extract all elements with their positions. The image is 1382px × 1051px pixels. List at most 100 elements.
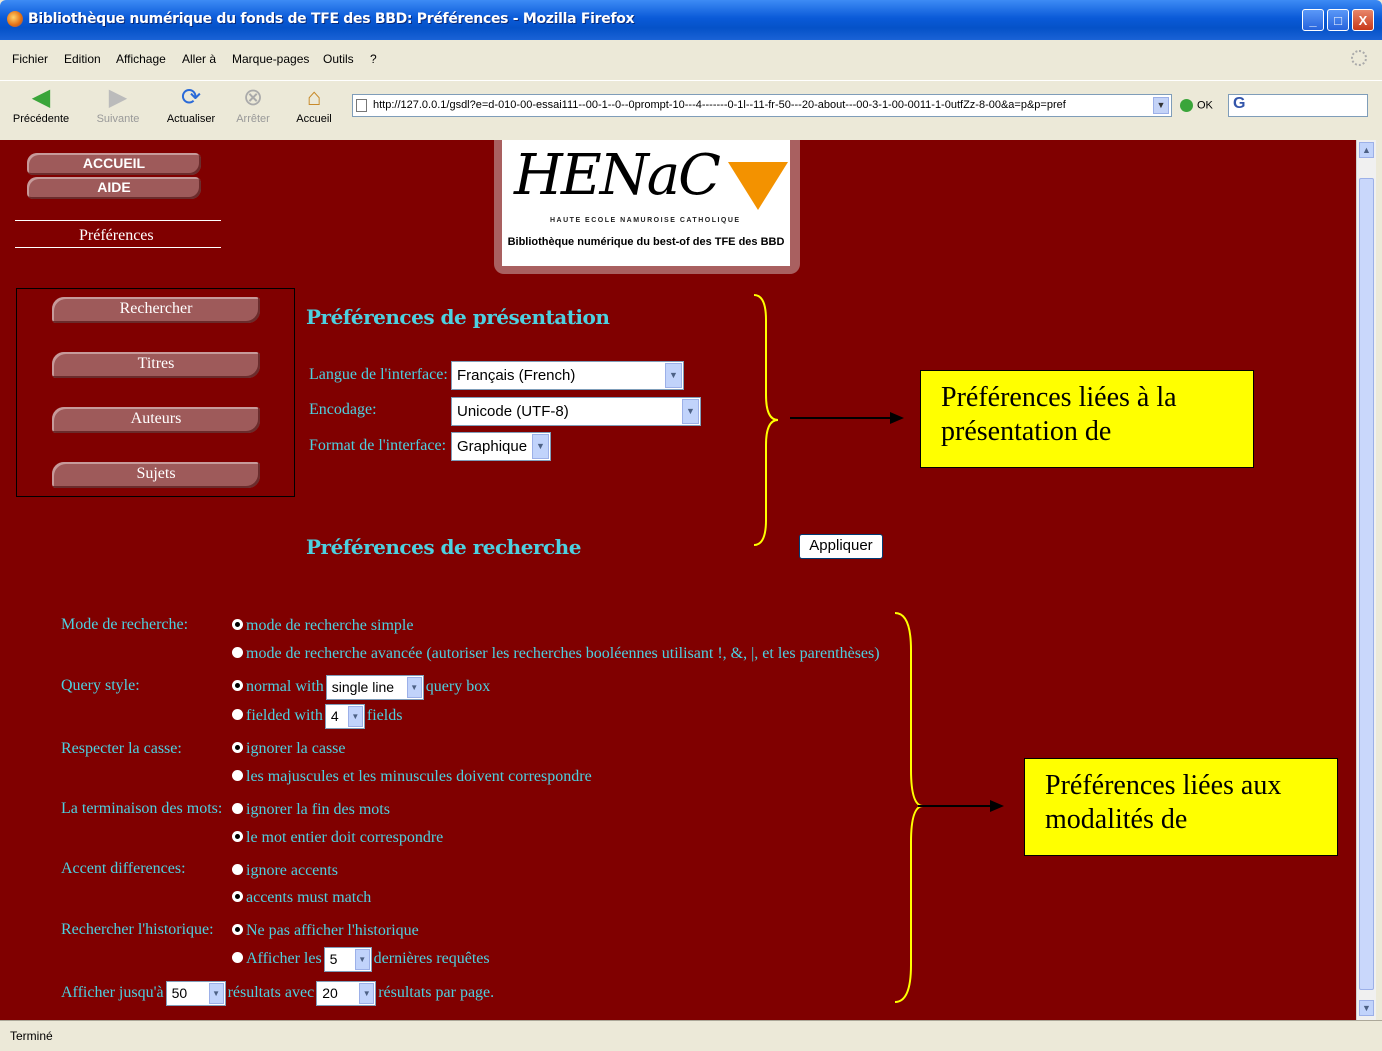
radio[interactable] [232,646,243,658]
radio[interactable] [232,952,243,963]
option-text: le mot entier doit correspondre [246,829,444,846]
encoding-value: Unicode (UTF-8) [457,403,569,420]
henac-logo: HENaC HAUTE ECOLE NAMUROISE CATHOLIQUE B… [494,140,800,274]
radio[interactable] [232,802,243,814]
radio-selected[interactable] [232,923,243,935]
chevron-down-icon: ▼ [347,706,363,727]
scroll-down-icon[interactable]: ▼ [1359,1000,1374,1016]
close-button[interactable]: X [1352,9,1374,31]
option-text: ignore accents [246,862,338,879]
mode-advanced-option[interactable]: mode de recherche avancée (autoriser les… [232,645,880,663]
case-match-option[interactable]: les majuscules et les minuscules doivent… [232,768,592,786]
home-label: Accueil [296,113,332,125]
radio[interactable] [232,863,243,875]
radio-selected[interactable] [232,830,243,842]
menu-fichier[interactable]: Fichier [12,52,48,66]
results-row: Afficher jusqu'à 50 ▼ résultats avec 20 ▼ résu… [61,981,494,1006]
go-button[interactable]: OK [1180,99,1213,112]
query-style-label: Query style: [61,677,140,694]
query-normal-option[interactable]: normal with single line ▼ query box [232,675,490,700]
home-icon: ⌂ [306,84,322,111]
maximize-button[interactable]: □ [1327,9,1349,31]
option-text: résultats par page. [378,984,495,1002]
format-label: Format de l'interface: [309,437,447,454]
language-label: Langue de l'interface: [309,366,448,383]
accent-match-option[interactable]: accents must match [232,889,371,907]
history-label: Rechercher l'historique: [61,921,214,938]
minimize-button[interactable]: _ [1302,9,1324,31]
stop-button[interactable]: ⊗ Arrêter [228,84,278,126]
nav-auteurs-button[interactable]: Auteurs [52,407,260,433]
menu-affichage[interactable]: Affichage [116,52,166,66]
results-per-page-select[interactable]: 20 ▼ [316,981,377,1006]
page-icon [356,99,367,112]
chevron-down-icon: ▼ [682,399,699,424]
fields-count-select[interactable]: 4 ▼ [324,704,365,729]
radio[interactable] [232,769,243,781]
radio-selected[interactable] [232,890,243,902]
search-heading: Préférences de recherche [306,535,581,559]
forward-button[interactable]: ▶ Suivante [88,85,148,126]
google-icon: G [1233,95,1246,112]
nav-sujets-button[interactable]: Sujets [52,462,260,488]
scroll-up-icon[interactable]: ▲ [1359,142,1374,158]
radio-selected[interactable] [232,680,243,691]
chevron-down-icon: ▼ [406,677,422,698]
option-text: Afficher les [246,950,322,968]
stem-ignore-option[interactable]: ignorer la fin des mots [232,801,390,819]
back-button[interactable]: ◀ Précédente [8,85,74,126]
query-fielded-option[interactable]: fielded with 4 ▼ fields [232,704,402,729]
vertical-scrollbar[interactable]: ▲ ▼ [1356,140,1376,1020]
search-box[interactable]: G [1228,94,1368,117]
apply-button[interactable]: Appliquer [799,534,883,559]
option-text: ignorer la casse [246,740,346,757]
menu-edition[interactable]: Edition [64,52,101,66]
nav-rechercher-button[interactable]: Rechercher [52,297,260,323]
scroll-thumb[interactable] [1359,178,1374,990]
mode-simple-option[interactable]: mode de recherche simple [232,617,413,635]
accent-label: Accent differences: [61,860,186,877]
language-value: Français (French) [457,367,576,384]
reload-icon: ⟳ [180,84,202,111]
language-select[interactable]: Français (French) ▼ [451,361,684,390]
back-label: Précédente [12,113,70,125]
query-box-select[interactable]: single line ▼ [325,675,424,700]
menu-marque-pages[interactable]: Marque-pages [232,52,309,66]
nav-accueil-button[interactable]: ACCUEIL [27,153,201,175]
select-value: 20 [322,985,338,1001]
stem-match-option[interactable]: le mot entier doit correspondre [232,829,443,847]
menu-outils[interactable]: Outils [323,52,354,66]
home-button[interactable]: ⌂ Accueil [290,84,338,126]
option-text: ignorer la fin des mots [246,801,390,818]
stop-label: Arrêter [236,113,270,125]
option-text: les majuscules et les minuscules doivent… [246,768,592,785]
nav-titres-button[interactable]: Titres [52,352,260,378]
stop-icon: ⊗ [242,84,264,111]
max-results-select[interactable]: 50 ▼ [165,981,226,1006]
menu-help[interactable]: ? [370,52,377,66]
window-title: Bibliothèque numérique du fonds de TFE d… [28,11,635,27]
radio-selected[interactable] [232,618,243,630]
format-select[interactable]: Graphique ▼ [451,432,551,461]
history-show-option[interactable]: Afficher les 5 ▼ dernières requêtes [232,947,490,972]
history-count-select[interactable]: 5 ▼ [323,947,372,972]
reload-button[interactable]: ⟳ Actualiser [160,84,222,126]
option-text: mode de recherche simple [246,617,414,634]
menu-aller[interactable]: Aller à [182,52,216,66]
select-value: 50 [171,985,188,1001]
chevron-down-icon: ▼ [532,434,549,459]
url-dropdown-icon[interactable]: ▼ [1153,97,1169,114]
nav-aide-button[interactable]: AIDE [27,177,201,199]
radio[interactable] [232,709,243,720]
mode-label: Mode de recherche: [61,616,189,633]
case-label: Respecter la casse: [61,740,182,757]
encoding-select[interactable]: Unicode (UTF-8) ▼ [451,397,701,426]
radio-selected[interactable] [232,741,243,753]
go-icon [1180,99,1193,112]
case-ignore-option[interactable]: ignorer la casse [232,740,346,758]
chevron-down-icon: ▼ [665,363,682,388]
history-hide-option[interactable]: Ne pas afficher l'historique [232,922,419,940]
accent-ignore-option[interactable]: ignore accents [232,862,338,880]
preferences-label: Préférences [79,227,154,244]
address-bar[interactable]: http://127.0.0.1/gsdl?e=d-010-00-essai11… [352,94,1172,117]
